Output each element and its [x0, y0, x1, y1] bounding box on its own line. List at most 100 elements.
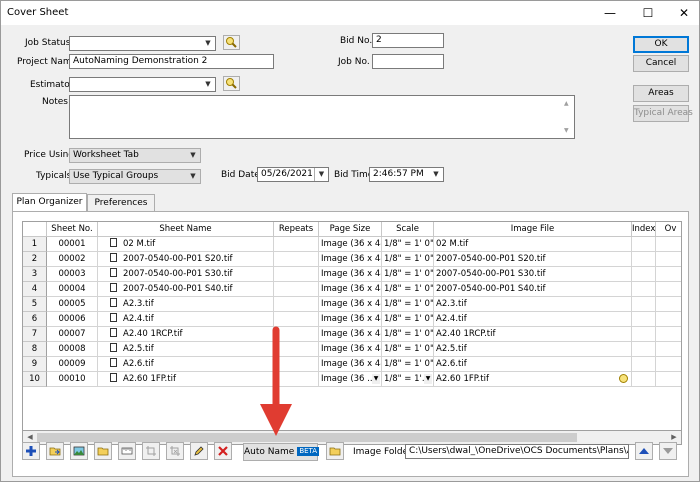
open-folder-button[interactable] [94, 442, 112, 460]
price-using-combo[interactable]: Worksheet Tab ▼ [69, 148, 201, 163]
cell-scale[interactable]: 1/8" = 1' 0" [382, 342, 434, 357]
cell-name[interactable]: A2.4.tif [98, 312, 274, 327]
cell-name[interactable]: 02 M.tif [98, 237, 274, 252]
cell-name[interactable]: A2.60 1FP.tif [98, 372, 274, 387]
cell-empty[interactable] [632, 267, 656, 282]
estimator-combo[interactable]: ▼ [69, 77, 216, 92]
cell-image-file[interactable]: A2.40 1RCP.tif [434, 327, 632, 342]
cell-name[interactable]: 2007-0540-00-P01 S30.tif [98, 267, 274, 282]
cell-sheet-no[interactable]: 00004 [47, 282, 98, 297]
cell-scale[interactable]: 1/8" = 1' 0" [382, 252, 434, 267]
cell-empty[interactable] [656, 297, 681, 312]
column-header[interactable]: Repeats [274, 222, 319, 237]
row-header[interactable]: 7 [23, 327, 47, 342]
cell-repeats[interactable] [274, 282, 319, 297]
crop-remove-button-disabled[interactable] [166, 442, 184, 460]
cell-repeats[interactable] [274, 297, 319, 312]
cell-empty[interactable] [656, 282, 681, 297]
auto-name-button[interactable]: Auto Name BETA [243, 443, 320, 461]
close-button[interactable]: ✕ [669, 1, 699, 25]
cell-sheet-no[interactable]: 00008 [47, 342, 98, 357]
column-header[interactable]: Index [632, 222, 656, 237]
bid-time-picker[interactable]: 2:46:57 PM ▼ [369, 167, 444, 182]
crop-button-disabled[interactable] [142, 442, 160, 460]
minimize-button[interactable]: — [595, 1, 625, 25]
cell-name[interactable]: A2.6.tif [98, 357, 274, 372]
ok-button[interactable]: OK [633, 36, 689, 53]
move-down-button[interactable] [659, 442, 677, 460]
cell-page-size[interactable]: Image (36 x 48) [319, 342, 382, 357]
cell-name[interactable]: 2007-0540-00-P01 S20.tif [98, 252, 274, 267]
cell-sheet-no[interactable]: 00007 [47, 327, 98, 342]
image-folder-input[interactable]: C:\Users\dwal_\OneDrive\OCS Documents\Pl… [405, 444, 629, 459]
row-header[interactable]: 10 [23, 372, 47, 387]
cell-repeats[interactable] [274, 312, 319, 327]
cell-empty[interactable] [632, 342, 656, 357]
bid-no-input[interactable]: 2 [372, 33, 444, 48]
cell-scale[interactable]: 1/8" = 1'... ▼ [382, 372, 434, 387]
cell-sheet-no[interactable]: 00003 [47, 267, 98, 282]
cell-repeats[interactable] [274, 237, 319, 252]
column-header[interactable]: Image File [434, 222, 632, 237]
notes-textarea[interactable]: ▲ ▼ [69, 95, 575, 139]
tab-preferences[interactable]: Preferences [87, 194, 155, 211]
cell-image-file[interactable]: 2007-0540-00-P01 S30.tif [434, 267, 632, 282]
cell-image-file[interactable]: A2.60 1FP.tif [434, 372, 632, 387]
cell-repeats[interactable] [274, 267, 319, 282]
cell-sheet-no[interactable]: 00002 [47, 252, 98, 267]
cell-empty[interactable] [632, 372, 656, 387]
column-header[interactable]: Sheet Name [98, 222, 274, 237]
column-header[interactable]: Sheet No. [47, 222, 98, 237]
cell-scale[interactable]: 1/8" = 1' 0" [382, 282, 434, 297]
cell-scale[interactable]: 1/8" = 1' 0" [382, 327, 434, 342]
row-header[interactable]: 6 [23, 312, 47, 327]
job-no-input[interactable] [372, 54, 444, 69]
cell-scale[interactable]: 1/8" = 1' 0" [382, 312, 434, 327]
notes-scrollbar[interactable]: ▲ ▼ [562, 96, 574, 138]
areas-button[interactable]: Areas [633, 85, 689, 102]
cell-empty[interactable] [632, 282, 656, 297]
cell-name[interactable]: A2.3.tif [98, 297, 274, 312]
typical-areas-button[interactable]: Typical Areas [633, 105, 693, 122]
cell-empty[interactable] [656, 237, 681, 252]
typicals-combo[interactable]: Use Typical Groups ▼ [69, 169, 201, 184]
image-folder-browse-button[interactable] [326, 442, 344, 460]
cell-scale[interactable]: 1/8" = 1' 0" [382, 267, 434, 282]
row-header[interactable]: 3 [23, 267, 47, 282]
cell-empty[interactable] [632, 297, 656, 312]
scrollbar-thumb[interactable] [37, 433, 577, 442]
cell-empty[interactable] [632, 327, 656, 342]
cell-image-file[interactable]: 2007-0540-00-P01 S40.tif [434, 282, 632, 297]
scale-button[interactable] [118, 442, 136, 460]
cell-empty[interactable] [656, 327, 681, 342]
cell-name[interactable]: A2.5.tif [98, 342, 274, 357]
cell-sheet-no[interactable]: 00010 [47, 372, 98, 387]
column-header[interactable]: Ov [656, 222, 681, 237]
cell-name[interactable]: 2007-0540-00-P01 S40.tif [98, 282, 274, 297]
cell-image-file[interactable]: A2.3.tif [434, 297, 632, 312]
cancel-button[interactable]: Cancel [633, 55, 689, 72]
cell-empty[interactable] [656, 312, 681, 327]
cell-page-size[interactable]: Image (36 x 48) [319, 252, 382, 267]
tab-plan-organizer[interactable]: Plan Organizer [12, 193, 87, 212]
cell-empty[interactable] [632, 237, 656, 252]
cell-sheet-no[interactable]: 00001 [47, 237, 98, 252]
cell-page-size[interactable]: Image (36 x 48) [319, 267, 382, 282]
cell-empty[interactable] [632, 252, 656, 267]
cell-page-size[interactable]: Image (36 ... ▼ [319, 372, 382, 387]
bid-date-picker[interactable]: 05/26/2021 ▼ [257, 167, 329, 182]
job-status-combo[interactable]: ▼ [69, 36, 216, 51]
row-header[interactable]: 2 [23, 252, 47, 267]
add-image-button[interactable] [70, 442, 88, 460]
maximize-button[interactable]: ☐ [633, 1, 663, 25]
row-header[interactable]: 8 [23, 342, 47, 357]
cell-page-size[interactable]: Image (36 x 48) [319, 297, 382, 312]
add-sheet-button[interactable] [22, 442, 40, 460]
cell-scale[interactable]: 1/8" = 1' 0" [382, 297, 434, 312]
cell-image-file[interactable]: 2007-0540-00-P01 S20.tif [434, 252, 632, 267]
job-status-search-button[interactable] [223, 35, 240, 50]
delete-button[interactable] [214, 442, 232, 460]
cell-page-size[interactable]: Image (36 x 48) [319, 282, 382, 297]
cell-empty[interactable] [656, 357, 681, 372]
cell-scale[interactable]: 1/8" = 1' 0" [382, 357, 434, 372]
